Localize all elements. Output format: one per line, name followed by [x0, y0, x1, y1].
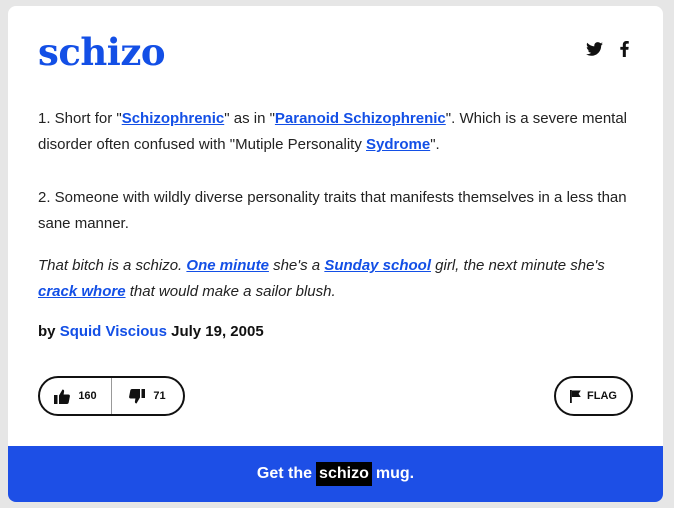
mug-suffix: mug.: [375, 465, 415, 482]
get-mug-button[interactable]: Get the schizo mug.: [8, 446, 663, 502]
thumbs-down-button[interactable]: 71: [111, 378, 183, 414]
mug-word: schizo: [316, 462, 372, 486]
definition-example: That bitch is a schizo. One minute she's…: [38, 257, 605, 300]
link-schizophrenic[interactable]: Schizophrenic: [122, 110, 225, 127]
definition-meaning-2: 2. Someone with wildly diverse personali…: [38, 189, 627, 232]
share-buttons: [585, 40, 633, 58]
link-crack-whore[interactable]: crack whore: [38, 283, 126, 300]
vote-buttons: 160 71: [38, 376, 185, 416]
link-sydrome[interactable]: Sydrome: [366, 136, 430, 153]
link-sunday-school[interactable]: Sunday school: [324, 257, 431, 274]
flag-label: FLAG: [587, 390, 617, 402]
upvote-count: 160: [78, 390, 97, 402]
link-paranoid-schizophrenic[interactable]: Paranoid Schizophrenic: [275, 110, 446, 127]
definition-meaning-1: 1. Short for "Schizophrenic" as in "Para…: [38, 110, 628, 153]
date-label: July 19, 2005: [166, 323, 264, 340]
link-one-minute[interactable]: One minute: [186, 257, 269, 274]
word-title[interactable]: schizo: [38, 34, 166, 71]
thumbs-down-icon: [129, 388, 146, 403]
flag-button[interactable]: FLAG: [554, 376, 633, 416]
definition-card: schizo 1. Short for "Schizophrenic" as i…: [8, 6, 663, 502]
byline: by Squid Viscious July 19, 2005: [38, 323, 264, 340]
facebook-icon[interactable]: [615, 40, 633, 58]
thumbs-up-icon: [54, 389, 71, 404]
twitter-icon[interactable]: [585, 40, 603, 58]
mug-prefix: Get the: [256, 465, 313, 482]
downvote-count: 71: [153, 390, 166, 402]
author-link[interactable]: Squid Viscious: [60, 323, 167, 340]
thumbs-up-button[interactable]: 160: [40, 378, 111, 414]
flag-icon: [570, 389, 581, 403]
